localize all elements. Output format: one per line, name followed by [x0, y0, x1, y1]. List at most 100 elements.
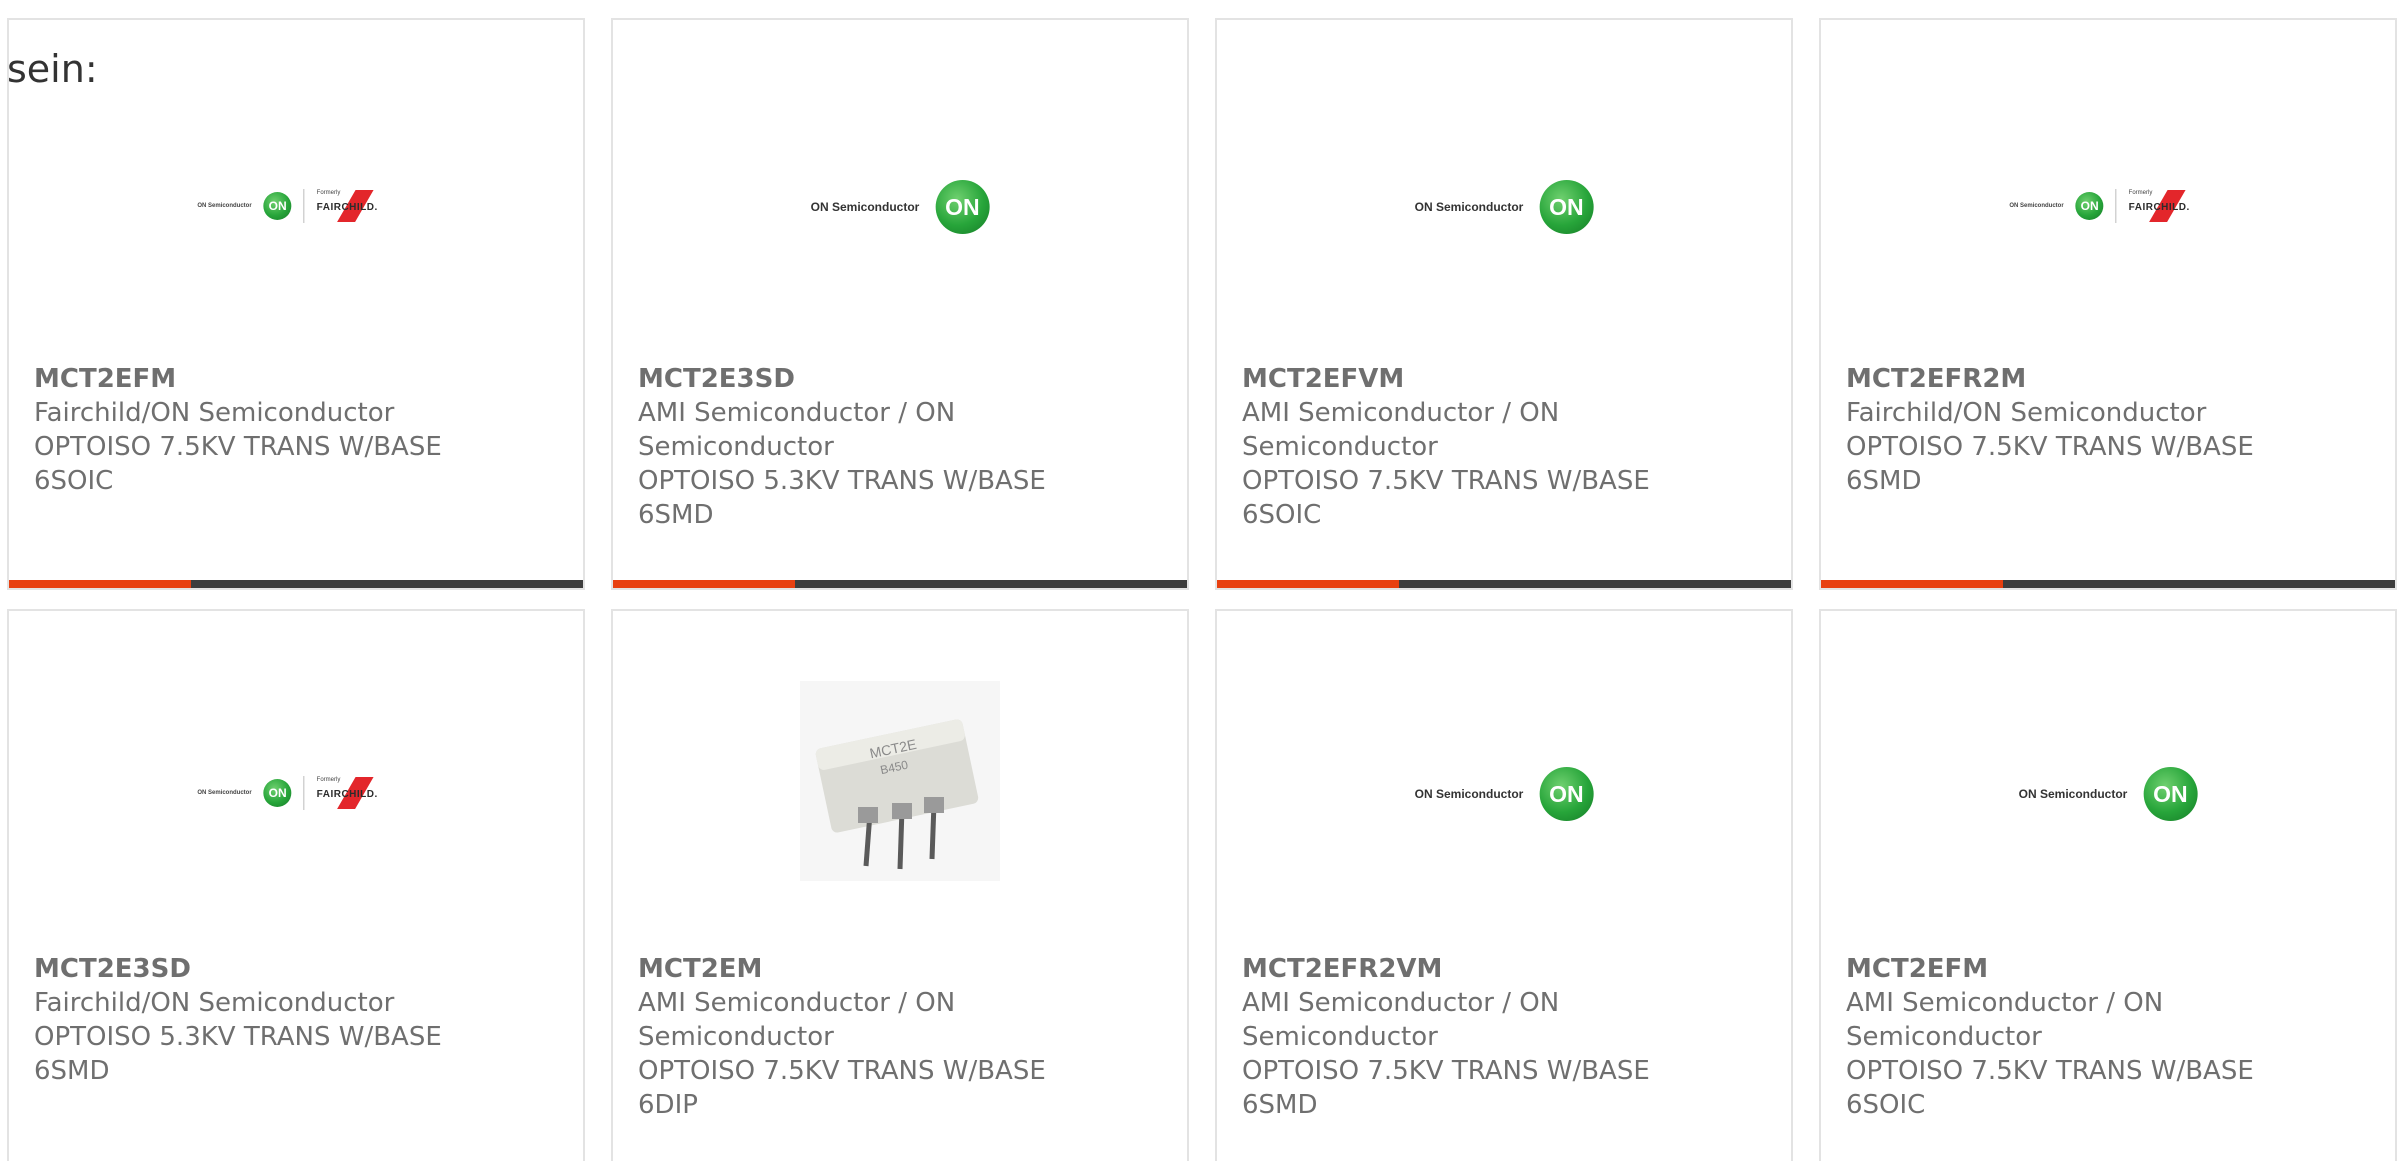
optocoupler-chip-image: MCT2E B450 [800, 681, 1000, 881]
logo-divider [2115, 189, 2117, 223]
fairchild-logo: Formerly FAIRCHILD. [317, 777, 395, 809]
on-semiconductor-wordmark: ON Semiconductor [1414, 787, 1524, 801]
on-semiconductor-wordmark: ON Semiconductor [2009, 203, 2064, 209]
product-image[interactable]: ON Semiconductor ON Formerly FAIRCHILD. [9, 611, 583, 931]
on-badge-icon: ON [2075, 192, 2104, 220]
description: OPTOISO 7.5KV TRANS W/BASE [1846, 432, 2254, 462]
logo-divider [303, 189, 305, 223]
package: 6SMD [34, 1056, 110, 1086]
on-semiconductor-wordmark: ON Semiconductor [197, 203, 252, 209]
part-number-link[interactable]: MCT2E3SD [34, 952, 563, 986]
part-number-link[interactable]: MCT2E3SD [638, 362, 1167, 396]
description: OPTOISO 7.5KV TRANS W/BASE [34, 432, 442, 462]
chip-illustration: MCT2E B450 [815, 719, 979, 870]
part-number-link[interactable]: MCT2EFR2M [1846, 362, 2375, 396]
on-badge-icon: ON [2143, 767, 2198, 821]
on-badge-icon: ON [263, 779, 292, 807]
product-info: MCT2EFM AMI Semiconductor / ON Semicondu… [1846, 952, 2375, 1122]
product-card[interactable]: ON Semiconductor ON Formerly FAIRCHILD. … [7, 609, 585, 1161]
on-badge-icon: ON [263, 192, 292, 220]
on-badge-icon: ON [935, 180, 990, 234]
card-bar-accent [1821, 580, 2003, 588]
manufacturer: AMI Semiconductor / ON Semiconductor [1846, 988, 2164, 1052]
manufacturer: AMI Semiconductor / ON Semiconductor [638, 988, 956, 1052]
formerly-label: Formerly [316, 190, 341, 196]
on-semiconductor-wordmark: ON Semiconductor [810, 200, 920, 214]
card-bar-accent [1217, 580, 1399, 588]
card-bottom-bar [1821, 580, 2395, 588]
on-semiconductor-logo: ON Semiconductor ON [1415, 767, 1594, 821]
card-bar-accent [613, 580, 795, 588]
manufacturer: Fairchild/ON Semiconductor [34, 398, 395, 428]
manufacturer: AMI Semiconductor / ON Semiconductor [1242, 988, 1560, 1052]
product-card[interactable]: MCT2E B450 MCT2EM AMI Semiconductor / ON… [611, 609, 1189, 1161]
description: OPTOISO 7.5KV TRANS W/BASE [1242, 466, 1650, 496]
product-info: MCT2EFM Fairchild/ON Semiconductor OPTOI… [34, 362, 563, 498]
product-info: MCT2EFR2M Fairchild/ON Semiconductor OPT… [1846, 362, 2375, 498]
card-bottom-bar [613, 580, 1187, 588]
product-image[interactable]: ON Semiconductor ON [1821, 611, 2395, 931]
package: 6SOIC [1846, 1090, 1926, 1120]
product-info: MCT2E3SD AMI Semiconductor / ON Semicond… [638, 362, 1167, 532]
card-bar-accent [9, 580, 191, 588]
package: 6SMD [1846, 466, 1922, 496]
description: OPTOISO 5.3KV TRANS W/BASE [34, 1022, 442, 1052]
product-card[interactable]: ON Semiconductor ON MCT2E3SD AMI Semicon… [611, 18, 1189, 590]
product-card[interactable]: ON Semiconductor ON MCT2EFVM AMI Semicon… [1215, 18, 1793, 590]
formerly-label: Formerly [316, 777, 341, 783]
on-fairchild-logo: ON Semiconductor ON Formerly FAIRCHILD. [2009, 189, 2206, 223]
on-semiconductor-logo: ON Semiconductor ON [1415, 180, 1594, 234]
manufacturer: Fairchild/ON Semiconductor [1846, 398, 2207, 428]
on-semiconductor-wordmark: ON Semiconductor [1414, 200, 1524, 214]
product-grid-page: sein: ON Semiconductor ON Formerly FAIRC… [0, 0, 2400, 1161]
part-number-link[interactable]: MCT2EFM [1846, 952, 2375, 986]
product-image[interactable]: MCT2E B450 [613, 611, 1187, 931]
on-fairchild-logo: ON Semiconductor ON Formerly FAIRCHILD. [197, 189, 394, 223]
description: OPTOISO 7.5KV TRANS W/BASE [1846, 1056, 2254, 1086]
package: 6DIP [638, 1090, 698, 1120]
fairchild-wordmark: FAIRCHILD. [2128, 202, 2190, 213]
manufacturer: AMI Semiconductor / ON Semiconductor [638, 398, 956, 462]
part-number-link[interactable]: MCT2EM [638, 952, 1167, 986]
product-info: MCT2EFVM AMI Semiconductor / ON Semicond… [1242, 362, 1771, 532]
product-info: MCT2E3SD Fairchild/ON Semiconductor OPTO… [34, 952, 563, 1088]
product-image[interactable]: ON Semiconductor ON [1217, 20, 1791, 340]
part-number-link[interactable]: MCT2EFVM [1242, 362, 1771, 396]
on-badge-icon: ON [1539, 180, 1594, 234]
logo-divider [303, 776, 305, 810]
product-info: MCT2EM AMI Semiconductor / ON Semiconduc… [638, 952, 1167, 1122]
card-bottom-bar [1217, 580, 1791, 588]
part-number-link[interactable]: MCT2EFR2VM [1242, 952, 1771, 986]
on-badge-icon: ON [1539, 767, 1594, 821]
card-bottom-bar [9, 580, 583, 588]
package: 6SOIC [34, 466, 114, 496]
product-image[interactable]: ON Semiconductor ON [1217, 611, 1791, 931]
fairchild-logo: Formerly FAIRCHILD. [317, 190, 395, 222]
formerly-label: Formerly [2128, 190, 2153, 196]
product-card[interactable]: ON Semiconductor ON MCT2EFM AMI Semicond… [1819, 609, 2397, 1161]
manufacturer: AMI Semiconductor / ON Semiconductor [1242, 398, 1560, 462]
on-semiconductor-wordmark: ON Semiconductor [2018, 787, 2128, 801]
package: 6SMD [1242, 1090, 1318, 1120]
description: OPTOISO 5.3KV TRANS W/BASE [638, 466, 1046, 496]
product-card[interactable]: ON Semiconductor ON Formerly FAIRCHILD. … [1819, 18, 2397, 590]
package: 6SMD [638, 500, 714, 530]
on-semiconductor-logo: ON Semiconductor ON [811, 180, 990, 234]
product-card[interactable]: ON Semiconductor ON Formerly FAIRCHILD. … [7, 18, 585, 590]
intro-text: sein: [7, 47, 98, 91]
product-image[interactable]: ON Semiconductor ON Formerly FAIRCHILD. [1821, 20, 2395, 340]
fairchild-logo: Formerly FAIRCHILD. [2129, 190, 2207, 222]
on-semiconductor-logo: ON Semiconductor ON [2019, 767, 2198, 821]
product-card[interactable]: ON Semiconductor ON MCT2EFR2VM AMI Semic… [1215, 609, 1793, 1161]
package: 6SOIC [1242, 500, 1322, 530]
product-info: MCT2EFR2VM AMI Semiconductor / ON Semico… [1242, 952, 1771, 1122]
on-fairchild-logo: ON Semiconductor ON Formerly FAIRCHILD. [197, 776, 394, 810]
fairchild-wordmark: FAIRCHILD. [316, 789, 378, 800]
product-image[interactable]: ON Semiconductor ON [613, 20, 1187, 340]
manufacturer: Fairchild/ON Semiconductor [34, 988, 395, 1018]
part-number-link[interactable]: MCT2EFM [34, 362, 563, 396]
on-semiconductor-wordmark: ON Semiconductor [197, 790, 252, 796]
description: OPTOISO 7.5KV TRANS W/BASE [1242, 1056, 1650, 1086]
fairchild-wordmark: FAIRCHILD. [316, 202, 378, 213]
description: OPTOISO 7.5KV TRANS W/BASE [638, 1056, 1046, 1086]
